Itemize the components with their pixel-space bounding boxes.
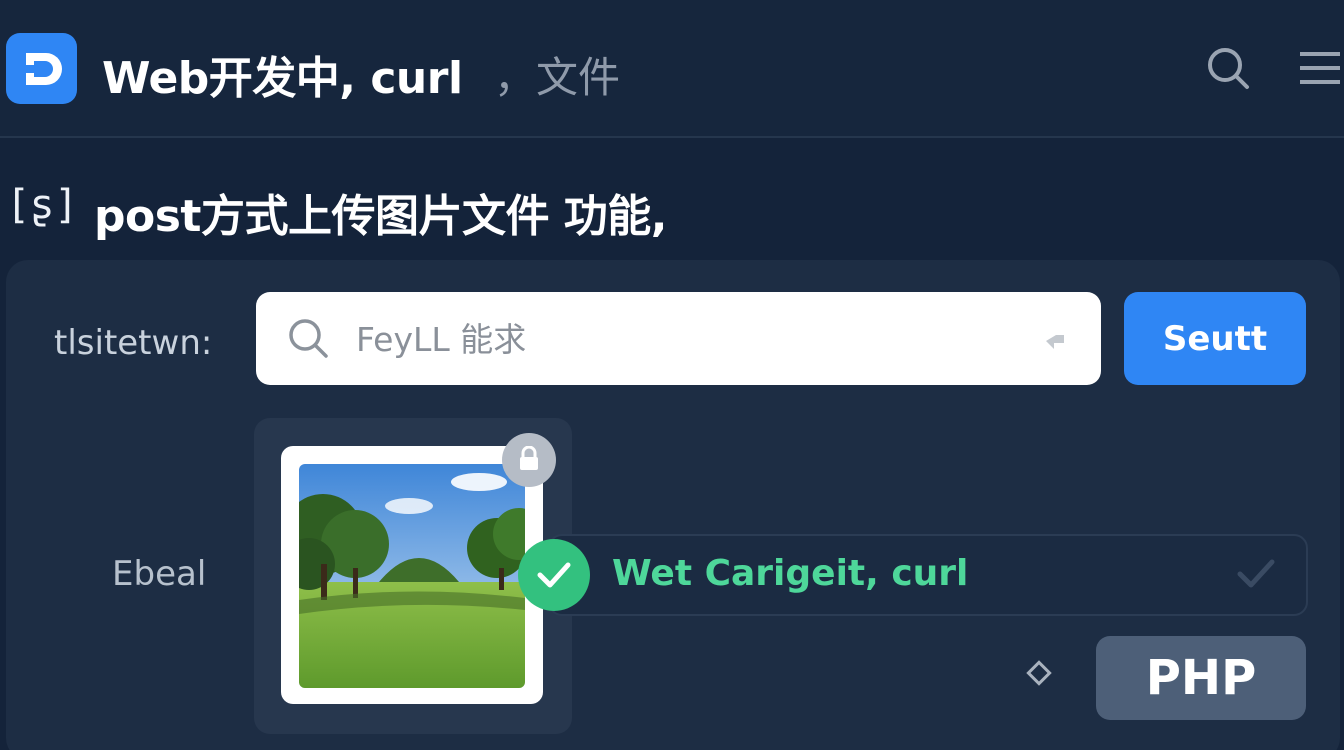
search-icon[interactable]	[1204, 44, 1252, 92]
page: Web开发中, curl ，文件 [ʂ] post方式上传图片文件 功能, tl…	[0, 0, 1344, 750]
lock-icon[interactable]	[502, 433, 556, 487]
page-title: Web开发中, curl	[102, 53, 463, 104]
app-logo-icon[interactable]	[6, 33, 77, 104]
submit-button[interactable]: Seutt	[1124, 292, 1306, 385]
section-heading: [ʂ] post方式上传图片文件 功能,	[0, 178, 1344, 242]
language-badge[interactable]: PHP	[1096, 636, 1306, 720]
search-box[interactable]	[256, 292, 1101, 385]
top-bar: Web开发中, curl ，文件	[0, 0, 1344, 138]
menu-icon[interactable]	[1296, 44, 1344, 92]
file-field-label: Ebeal	[112, 554, 207, 594]
uploaded-image-thumbnail[interactable]	[299, 464, 525, 688]
search-field-label: tlsitetwn:	[54, 323, 213, 363]
success-check-icon	[518, 539, 590, 611]
section-icon: [ʂ]	[6, 182, 79, 228]
search-icon	[286, 316, 330, 364]
search-input[interactable]	[354, 314, 1018, 364]
section-title: post方式上传图片文件 功能,	[94, 191, 667, 242]
checkmark-icon[interactable]	[1236, 556, 1276, 596]
upload-result-text: Wet Carigeit, curl	[612, 553, 969, 594]
clear-icon[interactable]	[1040, 325, 1070, 359]
page-subtitle: ，文件	[494, 53, 621, 102]
